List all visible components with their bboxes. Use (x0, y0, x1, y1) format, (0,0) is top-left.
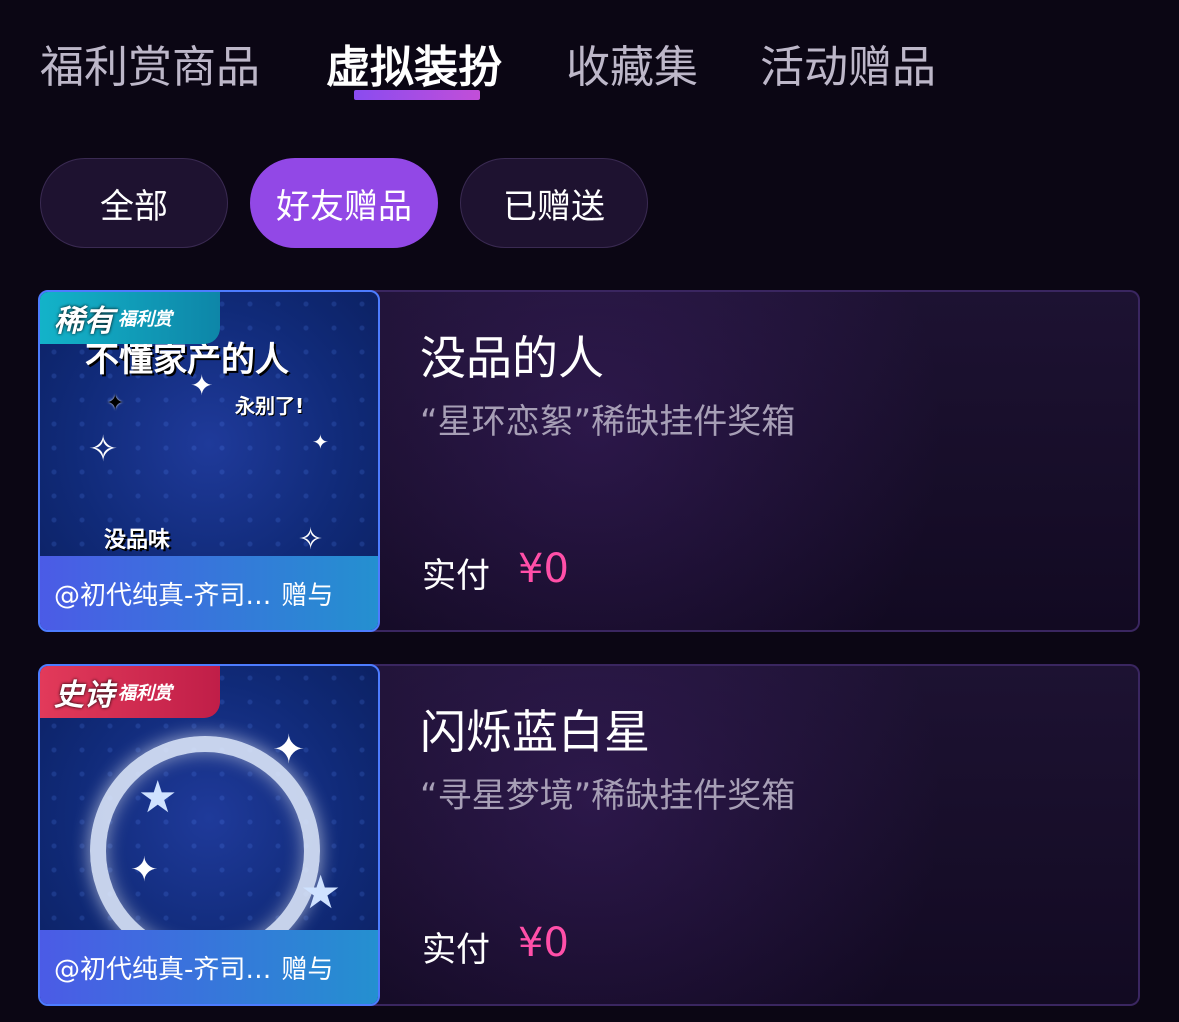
rarity-badge: 稀有 福利赏 (40, 292, 220, 344)
gift-card[interactable]: ✦ ★ ✦ ★ 史诗 福利赏 @初代纯真-齐司… 赠与 闪烁蓝白星 “寻星梦境”… (38, 664, 1140, 1006)
sparkle-icon: ✦ (130, 850, 159, 890)
giver-name[interactable]: @初代纯真-齐司… (54, 575, 271, 612)
sparkle-icon: ✦ (106, 391, 125, 416)
rarity-badge: 史诗 福利赏 (40, 666, 220, 718)
item-subtitle: “寻星梦境”稀缺挂件奖箱 (420, 776, 796, 816)
thumb-caption: 永别了! (235, 394, 305, 418)
gift-label: 赠与 (281, 954, 334, 985)
gift-card[interactable]: 不懂家产的人 永别了! 没品味 ✦ ✦ ✧ ✦ ✧ 稀有 福利赏 @初代纯真-齐… (38, 290, 1140, 632)
price-value: ¥0 (518, 920, 569, 966)
star-icon: ★ (138, 772, 178, 823)
tab-welfare-goods[interactable]: 福利赏商品 (40, 40, 326, 96)
tab-event-gifts[interactable]: 活动赠品 (760, 40, 936, 96)
sparkle-icon: ✦ (190, 369, 214, 402)
item-thumbnail: 不懂家产的人 永别了! 没品味 ✦ ✦ ✧ ✦ ✧ 稀有 福利赏 @初代纯真-齐… (38, 290, 380, 632)
giver-bar: @初代纯真-齐司… 赠与 (40, 930, 378, 1004)
filter-pills: 全部 好友赠品 已赠送 (40, 158, 648, 248)
item-thumbnail: ✦ ★ ✦ ★ 史诗 福利赏 @初代纯真-齐司… 赠与 (38, 664, 380, 1006)
thumb-caption: 没品味 (104, 528, 171, 553)
giver-name[interactable]: @初代纯真-齐司… (54, 949, 271, 986)
sparkle-icon: ✦ (312, 430, 329, 454)
category-tabs: 福利赏商品 虚拟装扮 收藏集 活动赠品 (40, 40, 936, 100)
price-label: 实付 (422, 930, 490, 970)
filter-friend-gifts[interactable]: 好友赠品 (250, 158, 438, 248)
item-title: 没品的人 (420, 331, 604, 385)
tab-collection[interactable]: 收藏集 (566, 40, 760, 96)
item-subtitle: “星环恋絮”稀缺挂件奖箱 (420, 402, 796, 442)
sparkle-icon: ✦ (272, 727, 306, 773)
star-icon: ★ (300, 865, 342, 919)
filter-sent[interactable]: 已赠送 (460, 158, 648, 248)
sparkle-icon: ✧ (88, 429, 119, 470)
price-value: ¥0 (518, 546, 569, 592)
sparkle-icon: ✧ (298, 522, 324, 557)
tab-virtual-dressup[interactable]: 虚拟装扮 (326, 40, 566, 100)
giver-bar: @初代纯真-齐司… 赠与 (40, 556, 378, 630)
gift-label: 赠与 (281, 580, 334, 611)
item-title: 闪烁蓝白星 (420, 705, 650, 759)
price-label: 实付 (422, 556, 490, 596)
filter-all[interactable]: 全部 (40, 158, 228, 248)
